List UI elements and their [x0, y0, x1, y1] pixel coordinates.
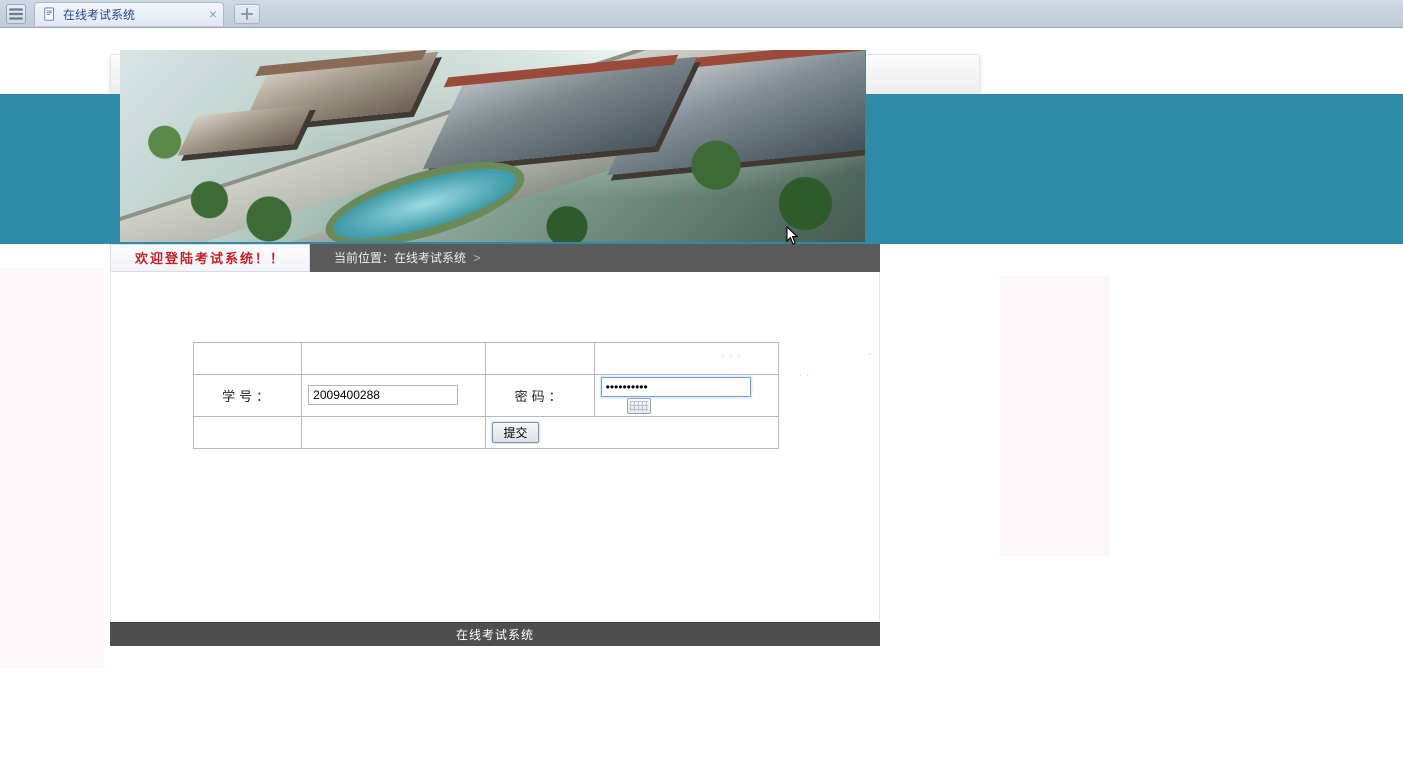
sidebar-toggle-icon[interactable]: [6, 4, 26, 24]
decorative-panel: [0, 268, 104, 668]
hero-image: [120, 50, 866, 242]
password-input[interactable]: [601, 377, 751, 397]
table-header-cell: [594, 343, 778, 375]
table-header-cell: [302, 343, 486, 375]
login-form-table: 学号： 密码： 提交: [193, 342, 779, 449]
decorative-panel: [1000, 276, 1110, 556]
decorative-artifact: ˉ ˉ ˉ: [721, 355, 742, 366]
welcome-banner: 欢迎登陆考试系统！！: [110, 244, 310, 272]
breadcrumb-prefix: 当前位置：: [334, 251, 394, 265]
mouse-cursor-icon: [786, 226, 800, 246]
new-tab-button[interactable]: [234, 4, 260, 24]
tab-close-icon[interactable]: ×: [209, 7, 217, 21]
table-cell: [302, 416, 486, 448]
chevron-right-icon: >: [469, 251, 480, 265]
main-content: ˉ ˉ ˉ . . ˉ 学号： 密码：: [110, 272, 880, 622]
tab-title: 在线考试系统: [63, 6, 135, 23]
table-header-cell: [194, 343, 302, 375]
table-cell: [194, 416, 302, 448]
footer: 在线考试系统: [110, 622, 880, 646]
browser-tab-bar: 在线考试系统 ×: [0, 0, 1403, 28]
student-id-label: 学号：: [194, 375, 302, 417]
decorative-artifact: ˉ: [865, 352, 873, 364]
virtual-keyboard-icon[interactable]: [627, 398, 651, 414]
table-header-cell: [486, 343, 594, 375]
breadcrumb: 当前位置：在线考试系统 >: [310, 244, 880, 272]
breadcrumb-current: 在线考试系统: [394, 251, 466, 265]
submit-button[interactable]: 提交: [492, 422, 538, 443]
password-label: 密码：: [486, 375, 594, 417]
decorative-artifact: . .: [799, 368, 810, 379]
browser-tab[interactable]: 在线考试系统 ×: [34, 2, 224, 26]
hero-banner: [0, 94, 1403, 244]
page-icon: [43, 7, 57, 21]
student-id-input[interactable]: [308, 385, 458, 405]
